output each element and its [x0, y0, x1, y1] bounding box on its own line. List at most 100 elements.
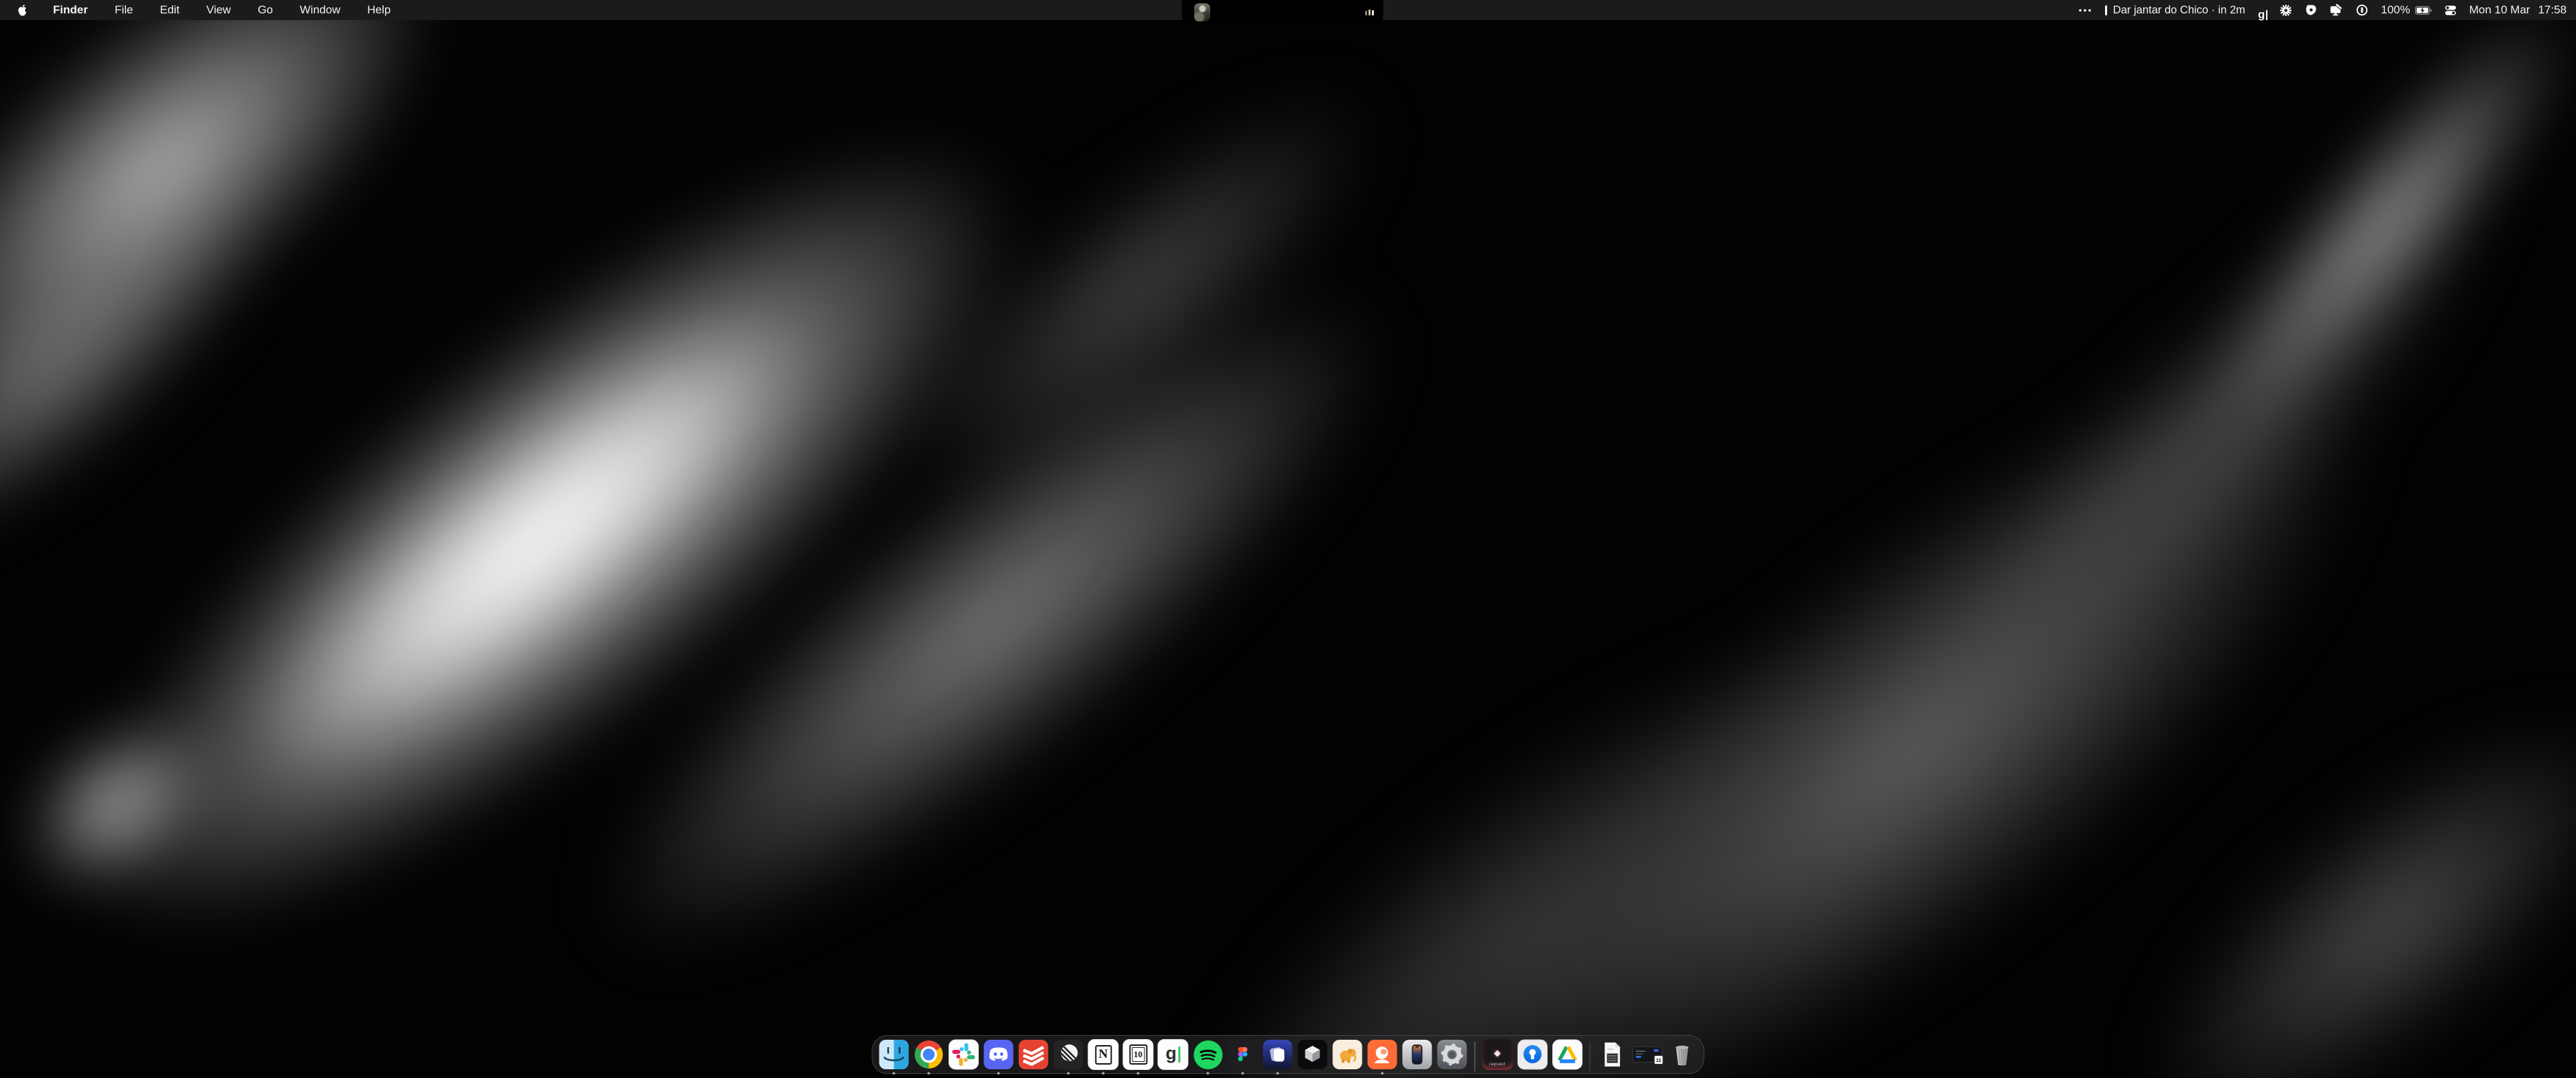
- clock-time: 17:58: [2538, 3, 2567, 17]
- 1password-icon: [1517, 1039, 1548, 1070]
- screenshot-thumbnail: 11: [1632, 1039, 1663, 1070]
- notch-area: [1182, 0, 1383, 24]
- event-flag-icon: [2105, 5, 2107, 15]
- dock-item-document-file[interactable]: [1597, 1039, 1628, 1074]
- running-indicator: [1067, 1072, 1070, 1075]
- chrome-icon: [915, 1040, 943, 1069]
- running-indicator: [1242, 1072, 1244, 1075]
- display-menu-item[interactable]: [2330, 0, 2343, 20]
- spline-icon: [1297, 1039, 1328, 1070]
- dock-separator: [1474, 1042, 1476, 1071]
- 1password-keyhole-icon: [2356, 4, 2368, 16]
- postman-icon: [1367, 1039, 1398, 1070]
- document-file-icon: [1597, 1039, 1628, 1070]
- notion-calendar-icon: 10: [1123, 1039, 1154, 1070]
- clock-date: Mon 10 Mar: [2469, 3, 2530, 17]
- pick-menu-item[interactable]: [2304, 0, 2317, 20]
- running-indicator: [893, 1072, 896, 1075]
- dock-item-trash[interactable]: [1667, 1039, 1698, 1074]
- dock-item-slack[interactable]: [949, 1039, 979, 1074]
- google-drive-icon: [1552, 1039, 1582, 1070]
- running-indicator: [1207, 1072, 1210, 1075]
- dock-item-screenshot-file[interactable]: 11: [1632, 1039, 1663, 1074]
- menu-window[interactable]: Window: [286, 0, 354, 20]
- trash-icon: [1667, 1039, 1698, 1070]
- apple-logo-icon: [17, 4, 28, 16]
- battery-percent: 100%: [2381, 3, 2410, 17]
- system-settings-gear-icon: [1437, 1039, 1468, 1070]
- running-indicator: [1381, 1072, 1384, 1075]
- notch-avatar[interactable]: [1194, 3, 1210, 21]
- menu-bar-status: Dar jantar do Chico · in 2m g: [2078, 0, 2576, 20]
- discord-icon: [983, 1039, 1014, 1070]
- dock-item-todoist[interactable]: [1018, 1039, 1049, 1074]
- dock-item-spotify[interactable]: [1193, 1039, 1224, 1074]
- elephas-elephant-icon: [1332, 1039, 1363, 1070]
- spotify-icon: [1193, 1040, 1222, 1069]
- dock-item-iphone-mirroring[interactable]: [1402, 1039, 1433, 1074]
- linear-icon: [1053, 1039, 1084, 1070]
- running-indicator: [928, 1072, 930, 1075]
- running-indicator: [998, 1072, 1000, 1075]
- raycast-sparkle-icon: [1494, 1050, 1501, 1057]
- dock-item-granola[interactable]: g: [1158, 1039, 1189, 1074]
- dock-item-discord[interactable]: [983, 1039, 1014, 1074]
- screen-studio-icon: [1263, 1039, 1293, 1070]
- dock-item-notion[interactable]: N: [1088, 1039, 1119, 1074]
- dock-item-postman[interactable]: [1367, 1039, 1398, 1074]
- onepassword-menu-item[interactable]: [2356, 0, 2368, 20]
- control-center-icon: [2445, 5, 2457, 16]
- menu-bar-left: Finder File Edit View Go Window Help: [0, 0, 404, 20]
- dock-item-system-settings[interactable]: [1437, 1039, 1468, 1074]
- event-reminder-text: Dar jantar do Chico · in 2m: [2113, 4, 2245, 17]
- event-reminder[interactable]: Dar jantar do Chico · in 2m: [2105, 0, 2245, 20]
- control-center-menu-item[interactable]: [2445, 0, 2457, 20]
- display-mirroring-icon: [2330, 4, 2343, 16]
- notion-icon: N: [1088, 1039, 1119, 1070]
- dock-separator: [1589, 1042, 1591, 1071]
- running-indicator: [1102, 1072, 1105, 1075]
- notch-activity-bars-icon[interactable]: [1365, 9, 1374, 15]
- sunburst-menu-item[interactable]: [2280, 0, 2292, 20]
- dock-item-1password[interactable]: [1517, 1039, 1548, 1074]
- slack-icon: [949, 1039, 979, 1070]
- running-indicator: [1277, 1072, 1279, 1075]
- dock-item-spline[interactable]: [1297, 1039, 1328, 1074]
- granola-menu-item[interactable]: g: [2258, 0, 2267, 20]
- granola-cursor-icon: [2266, 10, 2267, 20]
- dock-item-figma[interactable]: [1228, 1039, 1258, 1074]
- overflow-ellipsis-icon[interactable]: [2078, 0, 2092, 20]
- dock-item-google-drive[interactable]: [1552, 1039, 1582, 1074]
- dock-item-linear[interactable]: [1053, 1039, 1084, 1074]
- dock-item-finder[interactable]: [879, 1039, 910, 1074]
- menu-finder[interactable]: Finder: [40, 0, 101, 20]
- dock-item-elephas[interactable]: [1332, 1039, 1363, 1074]
- dock-item-notion-calendar[interactable]: 10: [1123, 1039, 1154, 1074]
- dock-item-screen-studio[interactable]: [1263, 1039, 1293, 1074]
- dock: N 10 g: [872, 1035, 1705, 1074]
- desktop-wallpaper: [0, 0, 2576, 1078]
- calendar-badge: 11: [1654, 1055, 1663, 1065]
- battery-charging-icon: [2415, 5, 2432, 16]
- sunburst-icon: [2280, 5, 2292, 16]
- granola-icon: g: [1158, 1039, 1189, 1070]
- menu-bar-clock[interactable]: Mon 10 Mar 17:58: [2469, 0, 2567, 20]
- dock-item-google-chrome[interactable]: [914, 1039, 945, 1074]
- menu-file[interactable]: File: [101, 0, 146, 20]
- menu-edit[interactable]: Edit: [146, 0, 193, 20]
- todoist-icon: [1018, 1039, 1049, 1070]
- dock-item-raycast[interactable]: raycast: [1482, 1039, 1513, 1074]
- running-indicator: [1137, 1072, 1140, 1075]
- menu-help[interactable]: Help: [354, 0, 404, 20]
- wallpaper-bands: [0, 0, 2576, 1078]
- iphone-mirroring-icon: [1402, 1039, 1433, 1070]
- figma-icon: [1228, 1039, 1258, 1070]
- battery-status[interactable]: 100%: [2381, 0, 2431, 20]
- apple-menu[interactable]: [16, 0, 40, 20]
- menu-view[interactable]: View: [193, 0, 245, 20]
- raycast-icon: raycast: [1482, 1039, 1513, 1070]
- granola-glyph: g: [2258, 9, 2265, 20]
- pick-shape-icon: [2304, 4, 2317, 16]
- menu-go[interactable]: Go: [244, 0, 286, 20]
- finder-icon: [879, 1039, 910, 1070]
